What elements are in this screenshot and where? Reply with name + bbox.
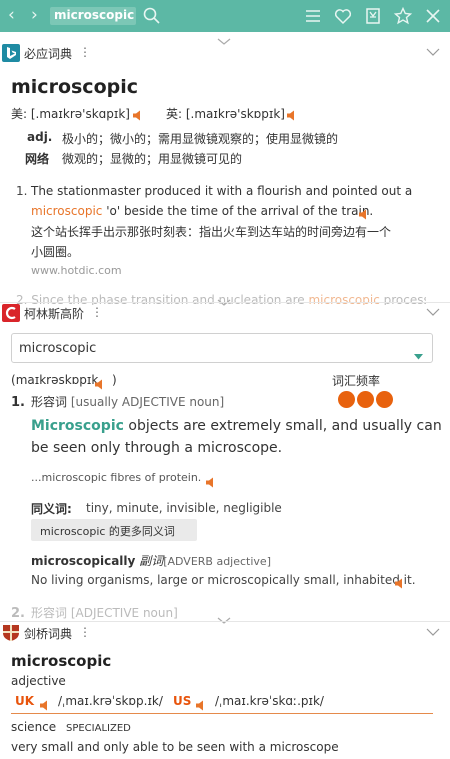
forward-button[interactable]: › <box>31 4 38 26</box>
sense-1-pos-cn: 形容词 <box>31 395 68 409</box>
example-1-highlight: microscopic <box>31 204 103 218</box>
pron-close: ) <box>112 373 117 387</box>
frequency-dot <box>376 391 393 408</box>
derivative-example: No living organisms, large or microscopi… <box>31 573 416 587</box>
bing-section-header: 必应词典 ⋮ <box>0 42 450 64</box>
dropdown-value: microscopic <box>19 341 97 356</box>
def-text-adj: 极小的；微小的；需用显微镜观察的；使用显微镜的 <box>62 132 339 146</box>
sense-1-pos-en: [usually ADJECTIVE noun] <box>70 395 225 409</box>
us-speaker-icon[interactable] <box>196 695 206 714</box>
cambridge-shield-icon <box>2 624 20 642</box>
pron-uk-label: 英: <box>166 107 183 121</box>
bing-section-title: 必应词典 <box>24 47 73 61</box>
uk-label: UK <box>15 694 35 708</box>
star-icon[interactable] <box>393 6 413 26</box>
sense-1-number: 1. <box>11 395 25 410</box>
def-pos-web: 网络 <box>25 152 50 166</box>
sense-1-definition-line2: be seen only through a microscope. <box>31 440 283 456</box>
synonyms-label: 同义词: <box>31 502 72 516</box>
pron-text: maɪkrəskɒpɪk <box>15 373 99 387</box>
synonyms-words: tiny, minute, invisible, negligible <box>86 501 282 515</box>
sense-2-pos-cn: 形容词 <box>31 606 68 620</box>
search-icon[interactable] <box>142 6 162 26</box>
example-1-number: 1. <box>16 184 28 198</box>
orange-rule <box>11 713 433 714</box>
collins-word-dropdown[interactable]: microscopic <box>11 333 433 363</box>
more-synonyms-button[interactable]: microscopic 的更多同义词 <box>31 519 197 541</box>
derivative-entry: microscopically 副词[ADVERB adjective] <box>31 552 271 569</box>
speaker-uk-icon[interactable] <box>287 105 297 124</box>
dropdown-arrow-icon <box>414 345 423 364</box>
more-options-icon[interactable]: ⋮ <box>79 625 91 639</box>
pronunciation-uk: 英: [.maɪkrə'skɒpɪk] <box>166 105 285 122</box>
menu-icon[interactable] <box>303 6 323 26</box>
chevron-down-icon[interactable] <box>426 624 440 638</box>
example-1-speaker-icon[interactable] <box>359 204 369 223</box>
heart-icon[interactable] <box>333 6 353 26</box>
definition-keyword: Microscopic <box>31 418 124 434</box>
cambridge-pos: adjective <box>11 674 66 688</box>
domain-word: science <box>11 720 57 734</box>
definition-rest: objects are extremely small, and usually… <box>123 418 442 434</box>
derivative-pos-en: [ADVERB adjective] <box>163 555 271 568</box>
us-label: US <box>173 694 192 708</box>
more-synonyms-label: microscopic 的更多同义词 <box>40 525 175 538</box>
search-query-text: microscopic <box>54 8 135 22</box>
derivative-speaker-icon[interactable] <box>395 573 405 592</box>
collins-section-title: 柯林斯高阶 <box>24 307 85 321</box>
pron-uk-text: [.maɪkrə'skɒpɪk] <box>185 107 285 121</box>
sense-1-example: ...microscopic fibres of protein. <box>31 471 202 484</box>
derivative-pos-cn: 副词 <box>139 554 164 568</box>
sense-1-definition-line1: Microscopic objects are extremely small,… <box>31 418 442 434</box>
example-1-source-link[interactable]: www.hotdic.com <box>31 264 122 277</box>
us-pronunciation: /ˌmaɪ.krəˈskɑː.pɪk/ <box>215 694 324 708</box>
domain-tag: SPECIALIZED <box>65 723 131 734</box>
sense-1-pos: 形容词 [usually ADJECTIVE noun] <box>31 393 224 410</box>
example-1-rest: 'o' beside the time of the arrival of th… <box>102 204 374 218</box>
domain-label: science SPECIALIZED <box>11 720 131 734</box>
close-icon[interactable] <box>423 6 443 26</box>
frequency-dot <box>338 391 355 408</box>
more-options-icon[interactable]: ⋮ <box>91 305 103 319</box>
example-1-en-line2: microscopic 'o' beside the time of the a… <box>31 204 373 218</box>
top-toolbar: ‹ › microscopic <box>0 0 450 32</box>
derivative-word: microscopically <box>31 554 136 568</box>
cambridge-definition: very small and only able to be seen with… <box>11 740 339 754</box>
pronunciation-us: 美: [.maɪkrə'skɑpɪk] <box>11 105 130 122</box>
pron-us-text: [.maɪkrə'skɑpɪk] <box>30 107 130 121</box>
collins-pronunciation: (maɪkrəskɒpɪk <box>11 373 98 387</box>
sense-2-number: 2. <box>11 606 25 621</box>
example-1-en-line1: The stationmaster produced it with a flo… <box>31 184 413 198</box>
uk-pronunciation: /ˌmaɪ.krəˈskɒp.ɪk/ <box>58 694 163 708</box>
example-1-cn-line1: 这个站长挥手出示那张时刻表：指出火车到达车站的时间旁边有一个 <box>31 225 392 239</box>
chevron-down-icon[interactable] <box>426 304 440 318</box>
cambridge-section-header: 剑桥词典 ⋮ <box>0 622 450 644</box>
headword: microscopic <box>11 76 138 98</box>
cambridge-section-title: 剑桥词典 <box>24 627 73 641</box>
def-text-web: 微观的；显微的；用显微镜可见的 <box>62 152 243 166</box>
def-pos-adj: adj. <box>27 130 53 144</box>
example-1-cn-line2: 小圆圈。 <box>31 245 80 259</box>
bing-logo-icon <box>2 44 20 62</box>
sense-2-pos-en: [ADJECTIVE noun] <box>70 606 178 620</box>
chevron-down-icon[interactable] <box>426 44 440 58</box>
frequency-label: 词汇频率 <box>332 374 381 388</box>
more-options-icon[interactable]: ⋮ <box>79 45 91 59</box>
collins-section-header: 柯林斯高阶 ⋮ <box>0 302 450 324</box>
cambridge-headword: microscopic <box>11 652 112 670</box>
search-input[interactable]: microscopic <box>50 7 136 25</box>
bookmark-icon[interactable] <box>363 6 383 26</box>
uk-speaker-icon[interactable] <box>40 695 50 714</box>
back-button[interactable]: ‹ <box>8 4 15 26</box>
pron-us-label: 美: <box>11 107 28 121</box>
sense-2-pos: 形容词 [ADJECTIVE noun] <box>31 604 178 621</box>
speaker-us-icon[interactable] <box>133 105 143 124</box>
frequency-dot <box>357 391 374 408</box>
collins-logo-icon <box>2 304 20 322</box>
collins-speaker-icon[interactable] <box>95 374 105 393</box>
example-speaker-icon[interactable] <box>206 472 216 491</box>
